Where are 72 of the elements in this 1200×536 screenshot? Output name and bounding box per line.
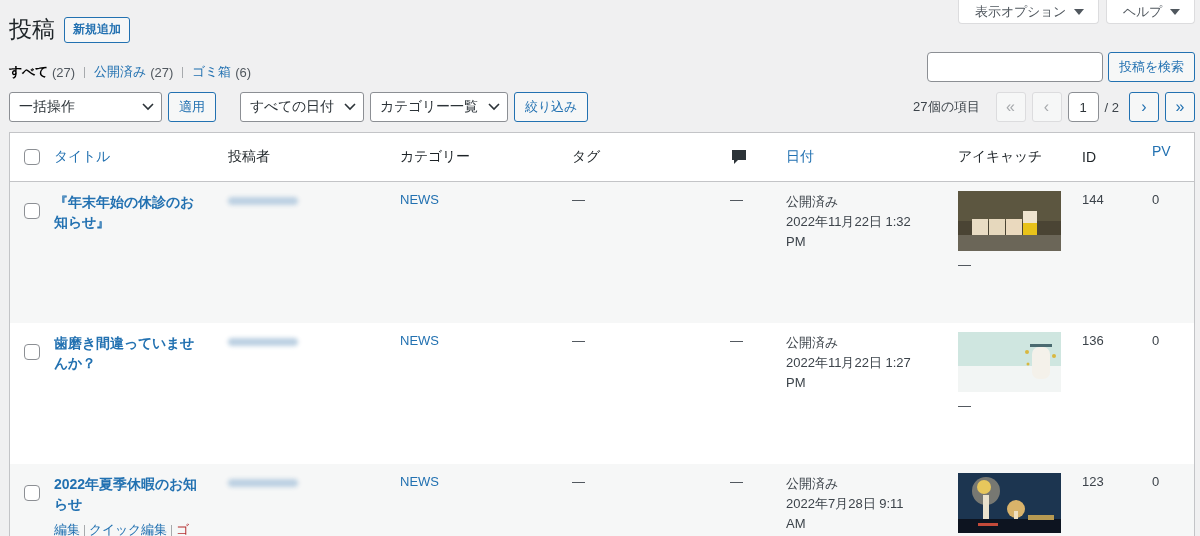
tags-cell: — [572,474,585,489]
search-field[interactable] [927,52,1103,82]
view-filter-link[interactable]: 公開済み [94,63,147,81]
pagination-button[interactable]: › [1129,92,1159,122]
category-link[interactable]: NEWS [400,192,439,207]
post-id: 123 [1082,474,1104,489]
post-date: 2022年11月22日 1:27 PM [786,354,912,392]
post-status: 公開済み [786,193,838,211]
filter-button[interactable]: 絞り込み [514,92,588,122]
comments-cell: — [730,474,743,489]
row-action-link[interactable]: ゴ [176,521,189,536]
comment-icon [731,149,747,165]
column-header[interactable]: PV [1152,143,1171,159]
post-date: 2022年11月22日 1:32 PM [786,213,912,251]
view-filter-link[interactable]: すべて [9,63,48,81]
chevron-down-icon [488,103,500,111]
view-count: (6) [235,64,252,80]
screen-tab[interactable]: 表示オプション [958,0,1099,24]
caret-icon [1074,8,1084,15]
caret-icon [1170,8,1180,15]
page-views: 0 [1152,333,1160,348]
blurred-author [228,197,298,205]
apply-button[interactable]: 適用 [168,92,216,122]
column-header[interactable]: タイトル [54,148,110,164]
filter-select[interactable]: カテゴリー一覧 [370,92,508,122]
page-views: 0 [1152,192,1160,207]
column-header[interactable]: 日付 [786,148,814,164]
post-title-link[interactable]: 歯磨き間違っていませんか？ [54,333,206,373]
tags-cell: — [572,192,585,207]
row-checkbox[interactable] [24,485,40,501]
category-link[interactable]: NEWS [400,333,439,348]
row-checkbox[interactable] [24,344,40,360]
pagination-button[interactable]: » [1165,92,1195,122]
column-header: カテゴリー [400,148,470,164]
post-id: 136 [1082,333,1104,348]
post-status: 公開済み [786,334,838,352]
blurred-author [228,338,298,346]
tags-cell: — [572,333,585,348]
row-action-link[interactable]: クイック編集 [89,521,167,536]
search-button[interactable]: 投稿を検索 [1108,52,1195,82]
view-count: (27) [52,64,76,80]
view-count: (27) [150,64,174,80]
select-all-checkbox[interactable] [24,149,40,165]
item-count: 27個の項目 [913,98,980,116]
page-views: 0 [1152,474,1160,489]
screen-tab[interactable]: ヘルプ [1106,0,1195,24]
view-filter-link[interactable]: ゴミ箱 [192,63,232,81]
column-header: 投稿者 [228,148,270,164]
filter-select[interactable]: すべての日付 [240,92,364,122]
row-action-link[interactable]: 編集 [54,521,80,536]
comments-cell: — [730,192,743,207]
chevron-down-icon [142,103,154,111]
post-status: 公開済み [786,475,838,493]
add-new-button[interactable]: 新規追加 [64,16,130,43]
chevron-down-icon [344,103,356,111]
column-header: タグ [572,148,600,164]
post-id: 144 [1082,192,1104,207]
post-title-link[interactable]: 2022年夏季休暇のお知らせ [54,474,206,514]
bulk-actions-select[interactable]: 一括操作 [9,92,162,122]
comments-cell: — [730,333,743,348]
category-link[interactable]: NEWS [400,474,439,489]
page-title: 投稿 [9,15,55,44]
page-total: / 2 [1104,99,1119,115]
post-date: 2022年7月28日 9:11 AM [786,495,905,533]
row-checkbox[interactable] [24,203,40,219]
column-header: ID [1082,149,1096,165]
page-number-field[interactable]: 1 [1067,92,1099,122]
post-title-link[interactable]: 『年末年始の休診のお知らせ』 [54,192,206,232]
column-header: アイキャッチ [958,148,1042,164]
thumbnail-note: — [958,257,972,272]
blurred-author [228,479,298,487]
thumbnail-note: — [958,398,972,413]
